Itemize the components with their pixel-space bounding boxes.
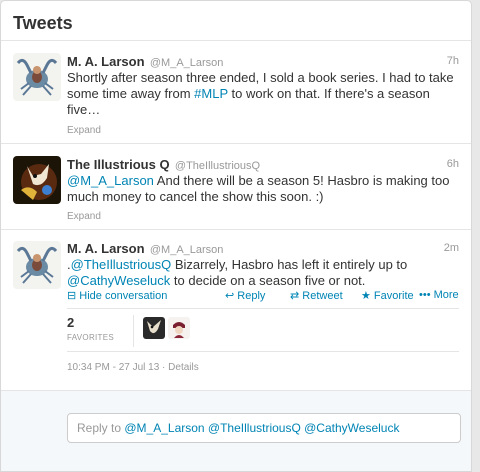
tweet-text: .@TheIllustriousQ Bizarrely, Hasbro has … [67, 257, 457, 289]
tweets-panel: Tweets M. A. Larson @M_A_Larson 7h Short… [0, 0, 472, 472]
tweet-stats: 2 FAVORITES [67, 308, 459, 352]
more-button[interactable]: ••• More [419, 289, 459, 301]
crab-avatar[interactable] [13, 241, 61, 289]
star-icon: ★ [361, 290, 374, 302]
favorite-button[interactable]: ★ Favorite [361, 289, 414, 302]
crab-avatar[interactable] [13, 53, 61, 101]
retweet-button[interactable]: ⇄ Retweet [290, 289, 343, 302]
favoriter-avatar-icon [168, 317, 190, 339]
reply-icon: ↩ [225, 290, 238, 302]
reply-mentions: @M_A_Larson @TheIllustriousQ @CathyWesel… [124, 421, 400, 435]
mention-link[interactable]: @CathyWeseluck [67, 273, 170, 288]
reply-prefix: Reply to [77, 421, 125, 435]
tweet-1[interactable]: M. A. Larson @M_A_Larson 7h Shortly afte… [1, 41, 471, 144]
tweets-header: Tweets [1, 1, 471, 41]
mention-link[interactable]: @M_A_Larson [67, 173, 154, 188]
scrollbar[interactable] [472, 0, 480, 472]
expand-link[interactable]: Expand [67, 211, 101, 222]
reply-button[interactable]: ↩ Reply [225, 289, 265, 302]
tweet-header: The Illustrious Q @TheIllustriousQ 6h [67, 157, 459, 173]
reply-label: Reply [237, 290, 266, 302]
tweet-2[interactable]: The Illustrious Q @TheIllustriousQ 6h @M… [1, 144, 471, 230]
tweets-title: Tweets [13, 13, 73, 33]
tweet-header: M. A. Larson @M_A_Larson 2m [67, 241, 459, 257]
more-label: More [433, 289, 459, 301]
timestamp[interactable]: 2m [444, 242, 459, 254]
retweet-label: Retweet [302, 290, 343, 302]
tweet-text: Shortly after season three ended, I sold… [67, 70, 457, 118]
text-part: Bizarrely, Hasbro has left it entirely u… [171, 257, 408, 272]
favoriter-avatar-icon [143, 317, 165, 339]
text-part: to decide on a season five or not. [170, 273, 366, 288]
character-icon [13, 156, 61, 204]
meta-separator: · [159, 362, 169, 373]
hide-icon: ⊟ [67, 290, 80, 302]
hashtag-link[interactable]: #MLP [194, 86, 228, 101]
favoriter-avatar[interactable] [143, 317, 165, 339]
hide-label: Hide conversation [79, 290, 168, 302]
tweet-header: M. A. Larson @M_A_Larson 7h [67, 54, 459, 70]
stats-divider [133, 315, 134, 347]
username[interactable]: @M_A_Larson [150, 244, 224, 256]
reply-input[interactable]: Reply to @M_A_Larson @TheIllustriousQ @C… [67, 413, 461, 443]
character-avatar[interactable] [13, 156, 61, 204]
favorites-label: FAVORITES [67, 333, 115, 342]
fullname[interactable]: The Illustrious Q [67, 157, 170, 172]
timestamp[interactable]: 7h [447, 55, 459, 67]
fullname[interactable]: M. A. Larson [67, 54, 145, 69]
retweet-icon: ⇄ [290, 290, 303, 302]
username[interactable]: @M_A_Larson [150, 57, 224, 69]
crab-icon [13, 53, 61, 101]
favoriter-avatar[interactable] [168, 317, 190, 339]
more-icon: ••• [419, 289, 434, 301]
fullname[interactable]: M. A. Larson [67, 241, 145, 256]
tweet-text: @M_A_Larson And there will be a season 5… [67, 173, 457, 205]
details-link[interactable]: Details [168, 362, 199, 373]
username[interactable]: @TheIllustriousQ [175, 160, 260, 172]
tweet-meta: 10:34 PM - 27 Jul 13 · Details [67, 362, 199, 373]
timestamp[interactable]: 6h [447, 158, 459, 170]
expand-link[interactable]: Expand [67, 125, 101, 136]
crab-icon [13, 241, 61, 289]
tweet-datetime[interactable]: 10:34 PM - 27 Jul 13 [67, 362, 159, 373]
mention-link[interactable]: @TheIllustriousQ [71, 257, 172, 272]
favorite-label: Favorite [373, 290, 414, 302]
hide-conversation-button[interactable]: ⊟ Hide conversation [67, 289, 167, 302]
favorites-count[interactable]: 2 [67, 315, 74, 330]
